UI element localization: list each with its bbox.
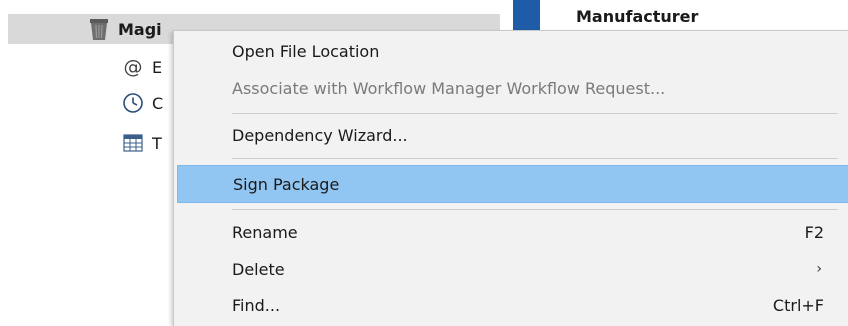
- at-sign-icon: @: [122, 56, 144, 78]
- menu-item-label: Dependency Wizard...: [232, 125, 408, 145]
- tree-item-label: E: [152, 57, 163, 77]
- menu-item-dependency-wizard[interactable]: Dependency Wizard...: [178, 118, 838, 152]
- menu-item-find[interactable]: Find... Ctrl+F: [178, 288, 838, 322]
- menu-item-shortcut: Ctrl+F: [772, 295, 824, 315]
- submenu-arrow-icon: ›: [816, 261, 822, 277]
- tree-item-child[interactable]: @ E: [122, 52, 163, 82]
- menu-item-sign-package[interactable]: Sign Package: [177, 165, 848, 203]
- column-header-manufacturer[interactable]: Manufacturer: [576, 7, 698, 26]
- tree-item-child[interactable]: T: [122, 128, 162, 158]
- menu-item-label: Rename: [232, 222, 298, 242]
- menu-separator: [232, 158, 838, 159]
- tree-item-label: T: [152, 133, 162, 153]
- table-icon: [122, 132, 144, 154]
- clock-icon: [122, 92, 144, 114]
- svg-text:@: @: [124, 56, 143, 78]
- menu-item-open-file-location[interactable]: Open File Location: [178, 34, 838, 68]
- app-window: Magi @ E C T Manufacturer Open File Loca…: [0, 0, 848, 326]
- menu-item-shortcut: F2: [804, 222, 824, 242]
- menu-separator: [232, 209, 838, 210]
- menu-separator: [232, 113, 838, 114]
- menu-item-label: Open File Location: [232, 41, 380, 61]
- package-icon: [88, 17, 110, 41]
- menu-item-associate-workflow-request: Associate with Workflow Manager Workflow…: [178, 71, 838, 105]
- tree-item-label: C: [152, 93, 164, 113]
- menu-item-label: Associate with Workflow Manager Workflow…: [232, 78, 666, 98]
- color-swatch: [513, 0, 540, 33]
- menu-item-delete[interactable]: Delete ›: [178, 252, 838, 286]
- tree-item-child[interactable]: C: [122, 88, 163, 118]
- menu-item-label: Sign Package: [233, 174, 340, 194]
- context-menu: Open File Location Associate with Workfl…: [173, 30, 848, 326]
- tree-item-label: Magi: [118, 19, 162, 39]
- menu-item-label: Find...: [232, 295, 281, 315]
- menu-item-rename[interactable]: Rename F2: [178, 215, 838, 249]
- menu-item-label: Delete: [232, 259, 285, 279]
